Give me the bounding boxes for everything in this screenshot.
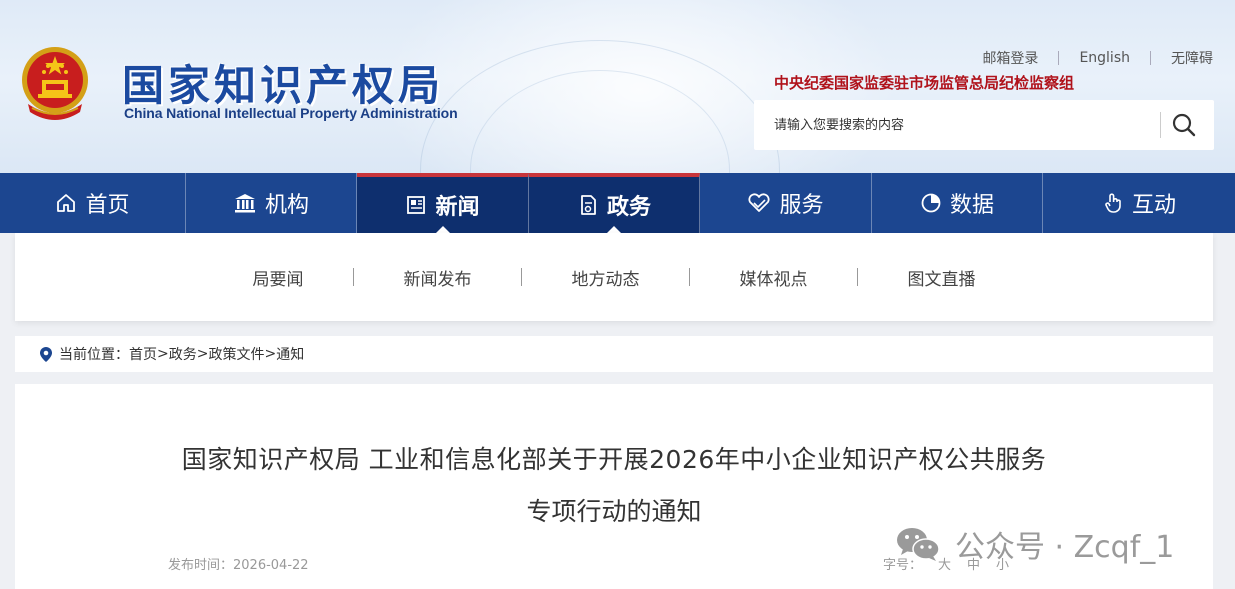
subnav-item-press-release[interactable]: 新闻发布 (354, 265, 522, 290)
site-header: 国家知识产权局 China National Intellectual Prop… (0, 0, 1235, 173)
breadcrumb-separator: > (157, 346, 169, 362)
nav-item-label: 服务 (779, 193, 824, 218)
top-links: 邮箱登录 English 无障碍 (982, 48, 1213, 68)
interaction-icon (1105, 193, 1121, 213)
main-nav: 首页 机构 新闻 政务 服务 数据 互动 (0, 173, 1235, 233)
breadcrumb: 当前位置： 首页 > 政务 > 政策文件 > 通知 (15, 336, 1213, 372)
nav-item-service[interactable]: 服务 (700, 173, 872, 233)
sub-nav: 局要闻 新闻发布 地方动态 媒体视点 图文直播 (15, 233, 1213, 321)
email-login-link[interactable]: 邮箱登录 (982, 48, 1038, 68)
nav-item-institution[interactable]: 机构 (186, 173, 357, 233)
search-divider (1160, 112, 1161, 138)
accessibility-link[interactable]: 无障碍 (1171, 48, 1213, 68)
publish-time-label: 发布时间： (168, 558, 234, 573)
subnav-item-label: 地方动态 (571, 269, 640, 290)
top-link-separator (1150, 51, 1151, 65)
breadcrumb-home[interactable]: 首页 (129, 344, 157, 364)
breadcrumb-notice[interactable]: 通知 (276, 344, 304, 364)
nav-item-label: 政务 (606, 195, 651, 220)
nav-item-label: 首页 (85, 193, 130, 218)
national-emblem-icon[interactable] (18, 42, 92, 122)
data-icon (921, 193, 941, 213)
nav-item-label: 新闻 (435, 195, 480, 220)
discipline-inspection-link[interactable]: 中央纪委国家监委驻市场监管总局纪检监察组 (774, 72, 1074, 93)
breadcrumb-policy-documents[interactable]: 政策文件 (208, 344, 264, 364)
subnav-item-local-news[interactable]: 地方动态 (522, 265, 690, 290)
breadcrumb-gov-affairs[interactable]: 政务 (169, 344, 197, 364)
nav-item-news[interactable]: 新闻 (357, 173, 529, 233)
nav-item-gov-affairs[interactable]: 政务 (529, 173, 700, 233)
publish-time-value: 2026-04-22 (233, 558, 309, 573)
wechat-watermark: 公众号 · Zcqf_1 (895, 522, 1174, 566)
watermark-text: 公众号 · Zcqf_1 (955, 530, 1175, 565)
publish-time: 发布时间：2026-04-22 (168, 554, 309, 573)
nav-item-label: 机构 (264, 193, 309, 218)
location-pin-icon (40, 346, 52, 362)
subnav-item-label: 局要闻 (252, 269, 304, 290)
nav-item-label: 数据 (949, 193, 994, 218)
subnav-item-label: 图文直播 (907, 269, 976, 290)
breadcrumb-separator: > (264, 346, 277, 362)
gov-affairs-icon (581, 195, 596, 215)
search-box (754, 100, 1214, 150)
nav-item-interaction[interactable]: 互动 (1043, 173, 1235, 233)
search-icon[interactable] (1168, 110, 1200, 140)
home-icon (57, 194, 76, 212)
article-panel: 国家知识产权局 工业和信息化部关于开展2026年中小企业知识产权公共服务 专项行… (15, 384, 1213, 589)
breadcrumb-separator: > (196, 346, 209, 362)
article-title-line1: 国家知识产权局 工业和信息化部关于开展2026年中小企业知识产权公共服务 (181, 445, 1047, 474)
subnav-item-label: 媒体视点 (739, 269, 808, 290)
breadcrumb-prefix: 当前位置： (59, 347, 129, 363)
institution-icon (234, 194, 255, 213)
subnav-item-live-graphics[interactable]: 图文直播 (858, 265, 1026, 290)
site-logo-cn[interactable]: 国家知识产权局 (122, 52, 444, 113)
english-link[interactable]: English (1079, 50, 1130, 66)
subnav-item-media-view[interactable]: 媒体视点 (690, 265, 858, 290)
subnav-item-bureau-news[interactable]: 局要闻 (203, 265, 354, 290)
subnav-item-label: 新闻发布 (403, 269, 472, 290)
nav-item-data[interactable]: 数据 (872, 173, 1043, 233)
nav-item-home[interactable]: 首页 (0, 173, 186, 233)
nav-item-label: 互动 (1131, 193, 1176, 218)
top-link-separator (1058, 51, 1060, 65)
wechat-icon (897, 528, 940, 561)
search-input[interactable] (754, 100, 1154, 150)
site-logo-en[interactable]: China National Intellectual Property Adm… (124, 105, 458, 121)
news-icon (407, 196, 426, 214)
service-icon (749, 193, 770, 212)
